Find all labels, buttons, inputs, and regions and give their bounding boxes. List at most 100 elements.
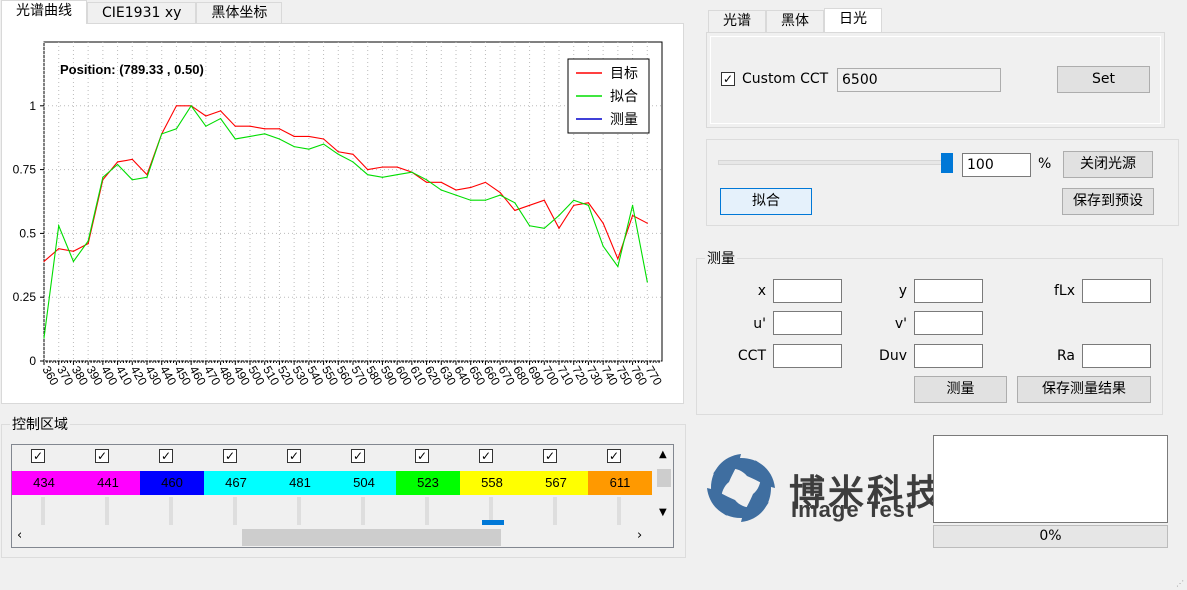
series-point [175, 105, 178, 107]
channel-slider[interactable] [617, 497, 621, 525]
scroll-left-icon[interactable]: ‹ [17, 528, 22, 543]
channel-wavelength-label: 558 [460, 471, 524, 495]
y-tick-label: 1 [29, 99, 36, 113]
series-point [646, 222, 648, 224]
save-preset-button[interactable]: 保存到预设 [1062, 188, 1154, 215]
series-point [58, 248, 60, 250]
fit-button[interactable]: 拟合 [720, 188, 812, 215]
tab-blackbody-coords[interactable]: 黑体坐标 [196, 2, 283, 24]
intensity-input[interactable]: 100 [962, 153, 1031, 177]
channel-checkbox[interactable]: ✓ [31, 449, 45, 463]
close-light-button[interactable]: 关闭光源 [1063, 151, 1153, 178]
channel-checkbox[interactable]: ✓ [95, 449, 109, 463]
series-point [514, 209, 516, 212]
series-point [72, 250, 75, 252]
series-point [219, 110, 222, 112]
right-tab-bar: 光谱 黑体 日光 [708, 8, 882, 32]
set-button[interactable]: Set [1057, 66, 1150, 93]
vertical-scroll-thumb[interactable] [657, 469, 671, 487]
scroll-right-icon[interactable]: › [637, 528, 642, 543]
tab-cie1931[interactable]: CIE1931 xy [87, 2, 197, 24]
y-tick-label: 0.25 [13, 290, 37, 304]
series-point [484, 181, 487, 183]
series-point [131, 158, 133, 160]
series-point [602, 222, 604, 224]
channel-checkbox[interactable]: ✓ [607, 449, 621, 463]
channel-checkbox[interactable]: ✓ [543, 449, 557, 463]
series-point [102, 176, 104, 178]
flx-label: fLx [1053, 283, 1075, 299]
legend-label: 目标 [610, 65, 638, 81]
channel-slider[interactable] [105, 497, 109, 525]
tab-daylight[interactable]: 日光 [824, 8, 882, 32]
custom-cct-checkbox[interactable]: ✓ [721, 72, 735, 86]
channel-wavelength-label: 467 [204, 471, 268, 495]
series-point [72, 260, 75, 263]
channel-slider[interactable] [41, 497, 45, 525]
tab-spectrum[interactable]: 光谱 [708, 10, 766, 32]
vertical-scrollbar[interactable]: ▲ ▼ [654, 445, 673, 527]
tab-blackbody[interactable]: 黑体 [766, 10, 824, 32]
ra-field[interactable] [1082, 344, 1151, 368]
legend-label: 拟合 [610, 88, 638, 104]
scroll-up-icon[interactable]: ▲ [659, 449, 667, 460]
series-point [190, 105, 192, 107]
spectrum-chart: 3603703803904004104204304404504604704804… [13, 41, 665, 388]
series-point [116, 163, 119, 166]
channel-checkbox[interactable]: ✓ [159, 449, 173, 463]
channel-wavelength-label: 434 [12, 471, 76, 495]
series-point [617, 265, 619, 268]
channel-checkbox[interactable]: ✓ [479, 449, 493, 463]
channel-slider[interactable] [297, 497, 301, 525]
cct-field[interactable] [773, 344, 842, 368]
series-point [602, 245, 604, 247]
v-field[interactable] [914, 311, 983, 335]
channel-checkbox[interactable]: ✓ [287, 449, 301, 463]
series-point [293, 135, 295, 138]
measure-button[interactable]: 测量 [914, 376, 1007, 403]
y-field[interactable] [914, 279, 983, 303]
series-point [411, 171, 413, 173]
intensity-slider-track[interactable] [718, 160, 953, 165]
series-point [308, 148, 310, 150]
channel-checkbox[interactable]: ✓ [223, 449, 237, 463]
series-point [573, 204, 575, 206]
save-measure-button[interactable]: 保存测量结果 [1017, 376, 1151, 403]
duv-label: Duv [879, 348, 907, 364]
channel-slider-handle[interactable] [482, 520, 504, 525]
channel-wavelength-label: 523 [396, 471, 460, 495]
channel-slider[interactable] [553, 497, 557, 525]
series-point [337, 151, 339, 153]
x-field[interactable] [773, 279, 842, 303]
custom-cct-input[interactable]: 6500 [837, 68, 1001, 92]
series-point [131, 179, 133, 181]
channel-checkbox[interactable]: ✓ [415, 449, 429, 463]
series-point [337, 153, 339, 155]
series-point [470, 199, 472, 201]
channel-slider[interactable] [425, 497, 429, 525]
channel-slider[interactable] [361, 497, 365, 525]
horizontal-scrollbar[interactable]: ‹ › [12, 527, 654, 547]
u-field[interactable] [773, 311, 842, 335]
intensity-slider-handle[interactable] [941, 153, 953, 173]
series-point [352, 153, 354, 155]
percent-label: % [1038, 156, 1052, 172]
tab-spectrum-curve[interactable]: 光谱曲线 [1, 0, 87, 24]
scroll-down-icon[interactable]: ▼ [659, 507, 667, 518]
series-point [205, 115, 207, 117]
series-point [646, 281, 648, 283]
channel-slider[interactable] [169, 497, 173, 525]
channel-slider[interactable] [233, 497, 237, 525]
series-point [617, 258, 619, 260]
horizontal-scroll-thumb[interactable] [242, 529, 501, 546]
series-point [234, 125, 236, 127]
series-point [543, 227, 545, 229]
channel-checkbox[interactable]: ✓ [351, 449, 365, 463]
flx-field[interactable] [1082, 279, 1151, 303]
series-point [396, 166, 398, 168]
size-grip-icon[interactable]: ⋰ [1176, 579, 1186, 589]
duv-field[interactable] [914, 344, 983, 368]
series-point [499, 191, 501, 194]
y-tick-label: 0.75 [13, 163, 37, 177]
y-tick-label: 0.5 [19, 226, 36, 240]
